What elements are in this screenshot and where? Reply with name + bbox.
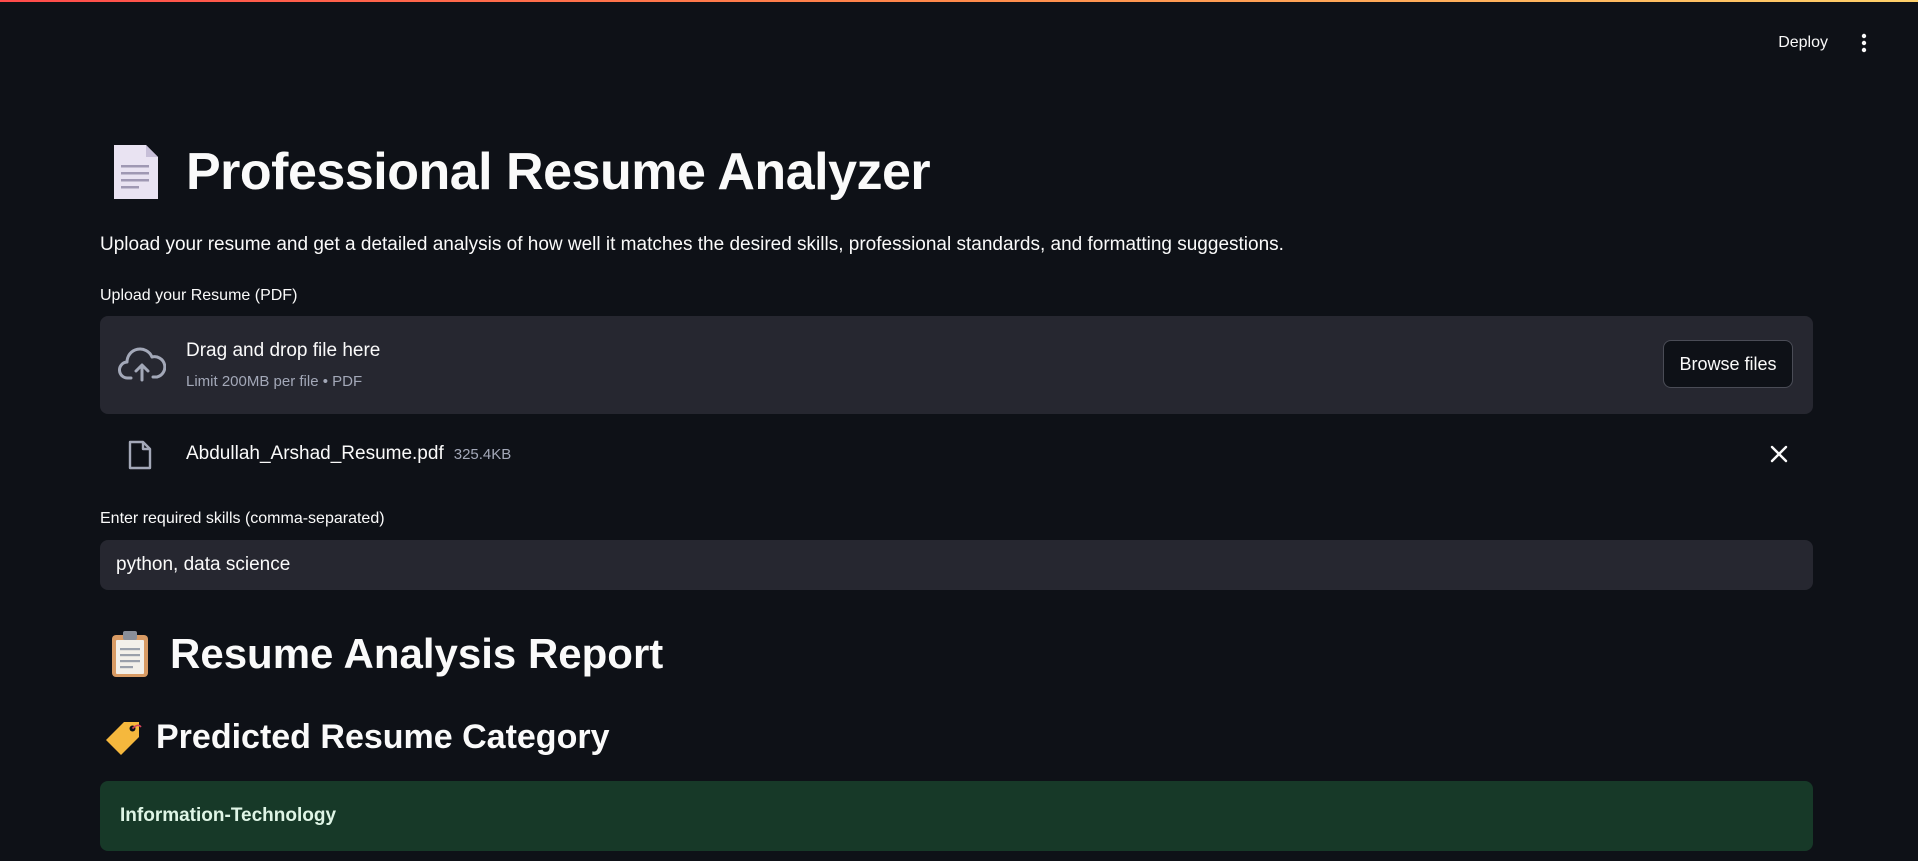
category-result-box: Information-Technology [100, 781, 1813, 851]
page-title-row: Professional Resume Analyzer [110, 142, 931, 202]
deploy-button[interactable]: Deploy [1774, 28, 1832, 58]
label-tag-emoji-icon [106, 721, 142, 755]
browse-files-button[interactable]: Browse files [1663, 340, 1793, 388]
dropzone-instructions: Drag and drop file here [186, 340, 381, 361]
category-heading: Predicted Resume Category [156, 718, 610, 756]
dropzone-limit-text: Limit 200MB per file • PDF [186, 373, 363, 390]
uploader-label: Upload your Resume (PDF) [100, 287, 298, 304]
uploaded-file-size: 325.4KB [453, 446, 512, 463]
clipboard-emoji-icon [112, 631, 148, 677]
page-description: Upload your resume and get a detailed an… [100, 234, 1284, 255]
kebab-menu-icon[interactable] [1852, 30, 1876, 56]
file-icon [128, 440, 152, 470]
cloud-upload-icon [118, 347, 166, 382]
skills-input[interactable] [100, 540, 1813, 590]
page-title: Professional Resume Analyzer [186, 143, 931, 201]
report-heading: Resume Analysis Report [170, 630, 664, 677]
predicted-category: Information-Technology [120, 805, 337, 826]
app-header: Deploy [0, 0, 1918, 86]
category-heading-row: Predicted Resume Category [104, 718, 610, 757]
report-heading-row: Resume Analysis Report [110, 630, 663, 678]
file-dropzone[interactable]: Drag and drop file here Limit 200MB per … [100, 316, 1813, 414]
close-icon[interactable] [1767, 442, 1791, 466]
uploaded-file-row: Abdullah_Arshad_Resume.pdf 325.4KB [100, 428, 1813, 480]
document-emoji-icon [114, 145, 158, 199]
skills-label: Enter required skills (comma-separated) [100, 510, 385, 527]
uploaded-file-name: Abdullah_Arshad_Resume.pdf [186, 443, 444, 464]
